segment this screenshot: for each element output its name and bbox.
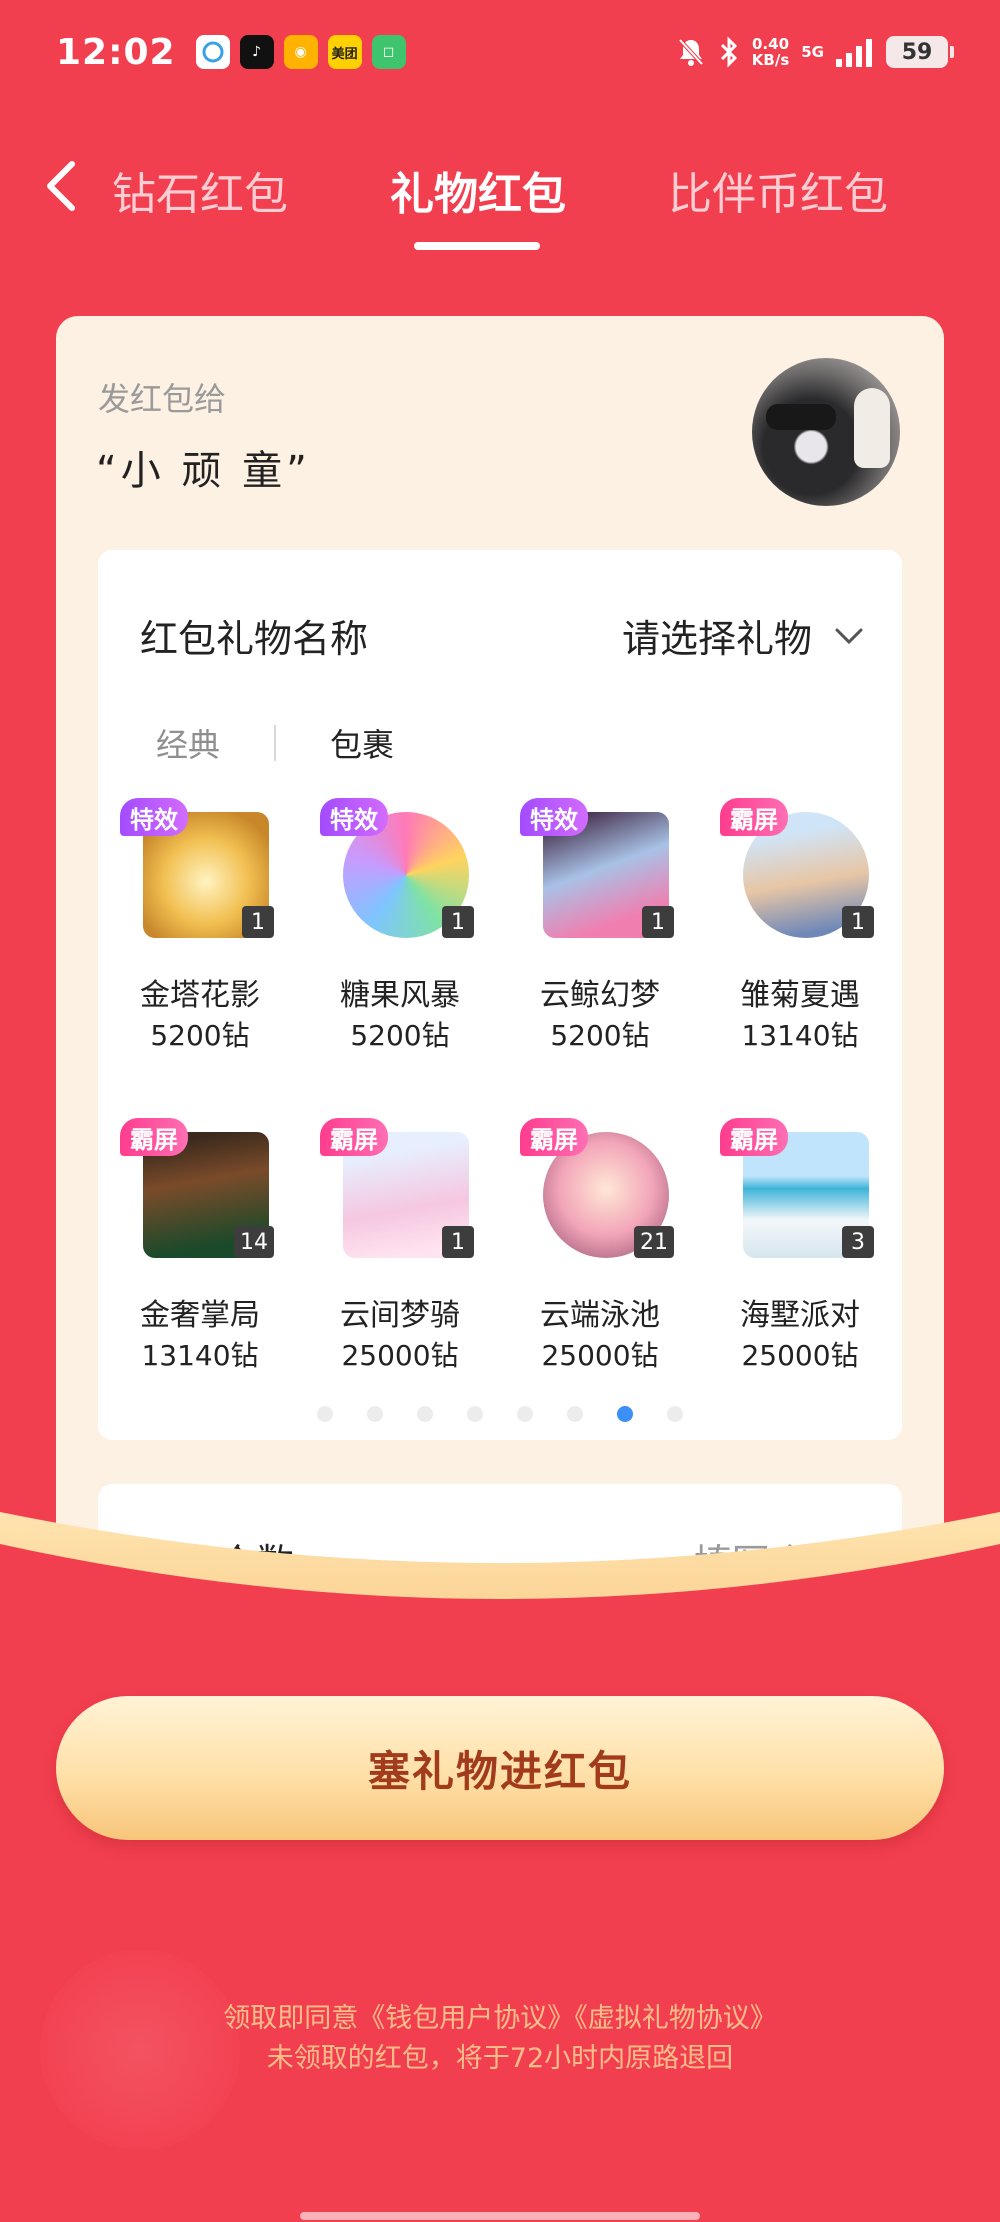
- gift-price: 5200钻: [350, 1019, 450, 1052]
- gift-count: 3: [842, 1226, 874, 1258]
- mijia-icon: ◻: [371, 35, 406, 69]
- tab-coin-red-packet[interactable]: 比伴币红包: [668, 158, 888, 222]
- recipient-name: “小 顽 童”: [96, 448, 311, 494]
- bell-muted-icon: [678, 38, 704, 66]
- status-indicators: 0.40 KB/s 5G 59: [676, 36, 954, 68]
- red-packet-card: 发红包给 “小 顽 童” 红包礼物名称 请选择礼物 经典 包裹 特效 1 金塔花…: [56, 316, 944, 1616]
- gift-count: 1: [642, 906, 674, 938]
- signal-icon: [836, 39, 872, 67]
- page-dot: [467, 1406, 483, 1422]
- gift-item[interactable]: 霸屏 14 金奢掌局 13140钻: [110, 1118, 290, 1408]
- gift-page-indicator: [98, 1406, 902, 1422]
- gift-price: 5200钻: [550, 1019, 650, 1052]
- meituan-icon: 美团: [327, 35, 362, 69]
- status-bar: 12:02 ♪ ◉ 美团 ◻ 0.40 KB/s 5G 59: [0, 0, 1000, 104]
- gift-item[interactable]: 霸屏 21 云端泳池 25000钻: [510, 1118, 690, 1408]
- page-dot: [317, 1406, 333, 1422]
- gift-count: 1: [442, 906, 474, 938]
- bluetooth-icon: [720, 36, 737, 68]
- gift-count: 14: [234, 1226, 274, 1258]
- gift-title: 云端泳池: [540, 1298, 660, 1333]
- gift-item[interactable]: 特效 1 金塔花影 5200钻: [110, 798, 290, 1088]
- gift-price: 13140钻: [141, 1339, 259, 1372]
- status-time: 12:02: [56, 31, 176, 73]
- refund-notice: 未领取的红包，将于72小时内原路退回: [266, 2043, 734, 2074]
- gift-badge: 霸屏: [720, 1118, 788, 1156]
- gift-count: 21: [634, 1226, 674, 1258]
- gift-title: 云鲸幻梦: [540, 978, 660, 1013]
- gift-selection-panel: 红包礼物名称 请选择礼物 经典 包裹 特效 1 金塔花影 5200钻 特效 1 …: [98, 550, 902, 1440]
- page-dot: [567, 1406, 583, 1422]
- gift-badge: 特效: [120, 798, 188, 836]
- gift-count: 1: [242, 906, 274, 938]
- gift-item[interactable]: 霸屏 1 云间梦骑 25000钻: [310, 1118, 490, 1408]
- qq-icon: [195, 35, 230, 69]
- tiktok-icon: ♪: [239, 35, 274, 69]
- gift-price: 25000钻: [741, 1339, 859, 1372]
- gift-badge: 特效: [320, 798, 388, 836]
- page-dot: [617, 1406, 633, 1422]
- gift-badge: 霸屏: [120, 1118, 188, 1156]
- gift-source-tabs: 经典 包裹: [156, 720, 394, 766]
- tab-classic[interactable]: 经典: [156, 720, 220, 766]
- tab-gift-red-packet[interactable]: 礼物红包: [390, 158, 566, 222]
- recipient-avatar: [752, 358, 900, 506]
- network-speed-unit: KB/s: [751, 51, 790, 69]
- gift-price: 5200钻: [150, 1019, 250, 1052]
- page-dot: [667, 1406, 683, 1422]
- active-tab-indicator: [414, 242, 540, 250]
- gift-item[interactable]: 特效 1 云鲸幻梦 5200钻: [510, 798, 690, 1088]
- weibo-icon: ◉: [283, 35, 318, 69]
- tab-bag[interactable]: 包裹: [330, 720, 394, 766]
- network-speed-value: 0.40: [752, 35, 790, 53]
- gift-select-placeholder: 请选择礼物: [621, 617, 812, 661]
- tab-divider: [274, 725, 277, 761]
- gift-price: 13140钻: [741, 1019, 859, 1052]
- gift-title: 糖果风暴: [340, 978, 460, 1013]
- agreement-text[interactable]: 领取即同意《钱包用户协议》《虚拟礼物协议》: [0, 1996, 1000, 2035]
- chevron-down-icon: [835, 628, 863, 644]
- tab-diamond-red-packet[interactable]: 钻石红包: [112, 158, 288, 222]
- gift-price: 25000钻: [541, 1339, 659, 1372]
- home-indicator[interactable]: [300, 2212, 700, 2220]
- battery-indicator: 59: [886, 36, 954, 68]
- gift-title: 云间梦骑: [340, 1298, 460, 1333]
- gift-title: 金奢掌局: [140, 1298, 260, 1333]
- gift-select-dropdown[interactable]: 请选择礼物: [622, 608, 864, 663]
- red-packet-type-tabs: 钻石红包 礼物红包 比伴币红包: [0, 140, 1000, 250]
- page-dot: [367, 1406, 383, 1422]
- network-type: 5G: [801, 43, 824, 61]
- gift-title: 金塔花影: [140, 978, 260, 1013]
- gift-count: 1: [842, 906, 874, 938]
- gift-badge: 霸屏: [520, 1118, 588, 1156]
- notification-icons: ♪ ◉ 美团 ◻: [195, 35, 406, 69]
- gift-title: 海墅派对: [740, 1298, 860, 1333]
- send-to-label: 发红包给: [98, 380, 227, 418]
- page-dot: [417, 1406, 433, 1422]
- gift-badge: 霸屏: [320, 1118, 388, 1156]
- gift-price: 25000钻: [341, 1339, 459, 1372]
- gift-item[interactable]: 特效 1 糖果风暴 5200钻: [310, 798, 490, 1088]
- gift-item[interactable]: 霸屏 3 海墅派对 25000钻: [710, 1118, 890, 1408]
- gift-item[interactable]: 霸屏 1 雏菊夏遇 13140钻: [710, 798, 890, 1088]
- gift-title: 雏菊夏遇: [740, 978, 860, 1013]
- page-dot: [517, 1406, 533, 1422]
- back-arrow-icon[interactable]: [40, 158, 84, 214]
- gift-badge: 霸屏: [720, 798, 788, 836]
- gift-badge: 特效: [520, 798, 588, 836]
- gift-name-label: 红包礼物名称: [140, 617, 369, 661]
- gift-count: 1: [442, 1226, 474, 1258]
- submit-gift-button[interactable]: 塞礼物进红包: [56, 1696, 944, 1840]
- network-speed: 0.40 KB/s: [752, 36, 789, 68]
